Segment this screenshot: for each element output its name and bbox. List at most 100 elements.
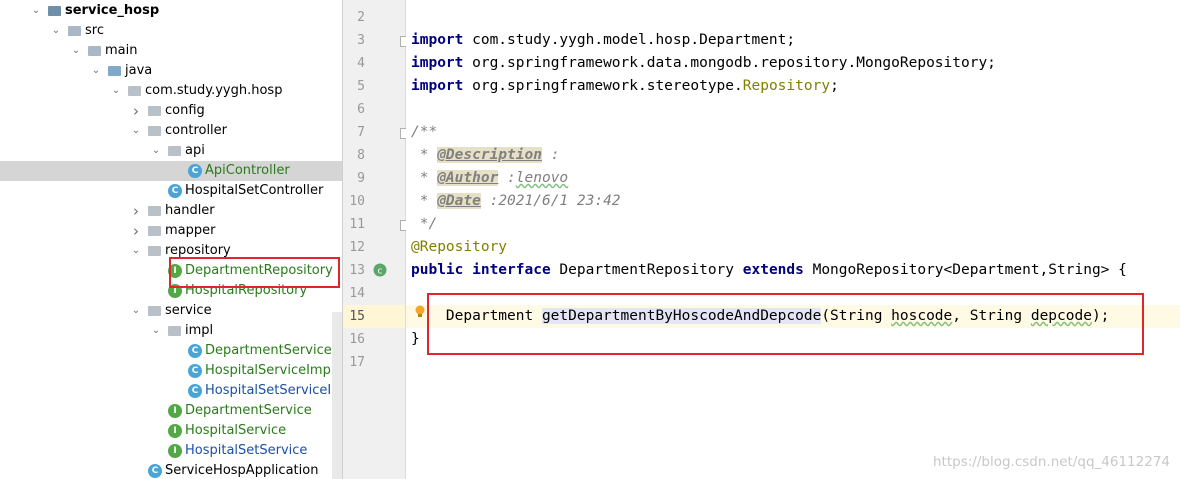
chevron-right-icon[interactable]: › <box>130 201 142 221</box>
tree-item-label: DepartmentServiceImpl <box>205 343 343 358</box>
code-text: import com.study.yygh.model.hosp.Departm… <box>411 32 796 48</box>
chevron-down-icon[interactable]: ⌄ <box>50 21 62 41</box>
code-line[interactable]: /** <box>406 121 1180 144</box>
line-number: 16 <box>349 332 365 347</box>
chevron-down-icon[interactable]: ⌄ <box>110 81 122 101</box>
line-number: 14 <box>349 286 365 301</box>
class-icon: C <box>188 344 202 358</box>
implemented-interface-icon[interactable]: c <box>373 263 387 277</box>
chevron-right-icon[interactable]: › <box>130 101 142 121</box>
package-icon <box>148 246 161 256</box>
line-number: 8 <box>357 148 365 163</box>
code-line[interactable]: import org.springframework.stereotype.Re… <box>406 75 1180 98</box>
tree-item-label: HospitalRepository <box>185 283 308 298</box>
code-text: * @Description : <box>411 147 560 163</box>
tree-item-departmentserviceimpl[interactable]: CDepartmentServiceImpl <box>0 341 343 361</box>
tree-item-java[interactable]: ⌄ java <box>0 61 343 81</box>
tree-item-label: service <box>165 303 212 318</box>
tree-item-label: java <box>125 63 153 78</box>
tree-item-hospitalsetserviceimpl[interactable]: C HospitalSetServiceImpl <box>0 381 343 401</box>
tree-item-label: HospitalService <box>185 423 287 438</box>
tree-item-com-study-yygh-hosp[interactable]: ⌄ com.study.yygh.hosp <box>0 81 343 101</box>
watermark: https://blog.csdn.net/qq_46112274 <box>932 454 1170 470</box>
tree-item-src[interactable]: ⌄ src <box>0 21 343 41</box>
code-text: */ <box>411 216 438 232</box>
line-number: 9 <box>357 171 365 186</box>
code-line[interactable]: import org.springframework.data.mongodb.… <box>406 52 1180 75</box>
interface-icon: I <box>168 264 182 278</box>
tree-item-label: repository <box>165 243 231 258</box>
code-line[interactable] <box>406 351 1180 374</box>
code-line[interactable]: public interface DepartmentRepository ex… <box>406 259 1180 282</box>
line-number: 4 <box>357 56 365 71</box>
tree-item-service[interactable]: ⌄ service <box>0 301 343 321</box>
tree-item-hospitalsetcontroller[interactable]: C HospitalSetController <box>0 181 343 201</box>
tree-item-api[interactable]: ⌄ api <box>0 141 343 161</box>
folder-icon <box>48 6 61 16</box>
code-line[interactable] <box>406 282 1180 305</box>
code-line[interactable]: * @Author :lenovo <box>406 167 1180 190</box>
tree-item-label: impl <box>185 323 214 338</box>
tree-item-label: HospitalSetServiceImpl <box>205 383 343 398</box>
line-number: 10 <box>349 194 365 209</box>
chevron-down-icon[interactable]: ⌄ <box>30 1 42 21</box>
chevron-down-icon[interactable]: ⌄ <box>130 301 142 321</box>
tree-item-controller[interactable]: ⌄ controller <box>0 121 343 141</box>
package-icon <box>128 86 141 96</box>
line-number: 13 <box>349 263 365 278</box>
class-icon: C <box>188 384 202 398</box>
package-icon <box>148 226 161 236</box>
tree-item-impl[interactable]: ⌄ impl <box>0 321 343 341</box>
lightbulb-icon[interactable] <box>414 305 426 319</box>
code-line[interactable]: import com.study.yygh.model.hosp.Departm… <box>406 29 1180 52</box>
tree-item-label: main <box>105 43 138 58</box>
tree-item-config[interactable]: › config <box>0 101 343 121</box>
code-line[interactable]: */ <box>406 213 1180 236</box>
code-line[interactable] <box>406 6 1180 29</box>
interface-icon: I <box>168 444 182 458</box>
interface-icon: I <box>168 404 182 418</box>
class-icon: C <box>188 364 202 378</box>
line-number: 17 <box>349 355 365 370</box>
tree-item-main[interactable]: ⌄ main <box>0 41 343 61</box>
tree-item-label: config <box>165 103 205 118</box>
class-icon: C <box>168 184 182 198</box>
line-number: 3 <box>357 33 365 48</box>
tree-item-label: ServiceHospApplication <box>165 463 319 478</box>
tree-item-label: HospitalSetService <box>185 443 308 458</box>
tree-item-label: controller <box>165 123 228 138</box>
svg-text:c: c <box>378 267 383 277</box>
chevron-down-icon[interactable]: ⌄ <box>150 141 162 161</box>
tree-item-handler[interactable]: › handler <box>0 201 343 221</box>
chevron-down-icon[interactable]: ⌄ <box>150 321 162 341</box>
code-line[interactable]: * @Date :2021/6/1 23:42 <box>406 190 1180 213</box>
package-icon <box>148 306 161 316</box>
tree-item-hospitalrepository[interactable]: I HospitalRepository <box>0 281 343 301</box>
tree-item-departmentservice[interactable]: I DepartmentService <box>0 401 343 421</box>
chevron-down-icon[interactable]: ⌄ <box>90 61 102 81</box>
chevron-down-icon[interactable]: ⌄ <box>130 121 142 141</box>
tree-item-mapper[interactable]: › mapper <box>0 221 343 241</box>
tree-item-label: HospitalServiceImpl <box>205 363 335 378</box>
chevron-right-icon[interactable]: › <box>130 221 142 241</box>
tree-item-departmentrepository[interactable]: I DepartmentRepository <box>0 261 343 281</box>
chevron-down-icon[interactable]: ⌄ <box>70 41 82 61</box>
code-line[interactable]: * @Description : <box>406 144 1180 167</box>
code-line[interactable] <box>406 98 1180 121</box>
code-text: /** <box>411 124 438 140</box>
tree-item-service-hosp[interactable]: ⌄ service_hosp <box>0 1 343 21</box>
tree-item-hospitalserviceimpl[interactable]: C HospitalServiceImpl <box>0 361 343 381</box>
tree-item-servicehospapplication[interactable]: C ServiceHospApplication <box>0 461 343 479</box>
tree-item-hospitalservice[interactable]: I HospitalService <box>0 421 343 441</box>
code-line[interactable]: @Repository <box>406 236 1180 259</box>
chevron-down-icon[interactable]: ⌄ <box>130 241 142 261</box>
tree-item-repository[interactable]: ⌄ repository <box>0 241 343 261</box>
tree-item-label: src <box>85 23 104 38</box>
tree-item-hospitalsetservice[interactable]: I HospitalSetService <box>0 441 343 461</box>
code-line[interactable]: Department getDepartmentByHoscodeAndDepc… <box>406 305 1180 328</box>
code-text: @Repository <box>411 239 508 255</box>
package-icon <box>168 326 181 336</box>
tree-item-apicontroller[interactable]: C ApiController <box>0 161 343 181</box>
code-line[interactable]: } <box>406 328 1180 351</box>
code-editor[interactable]: import com.study.yygh.model.hosp.Departm… <box>406 0 1180 479</box>
